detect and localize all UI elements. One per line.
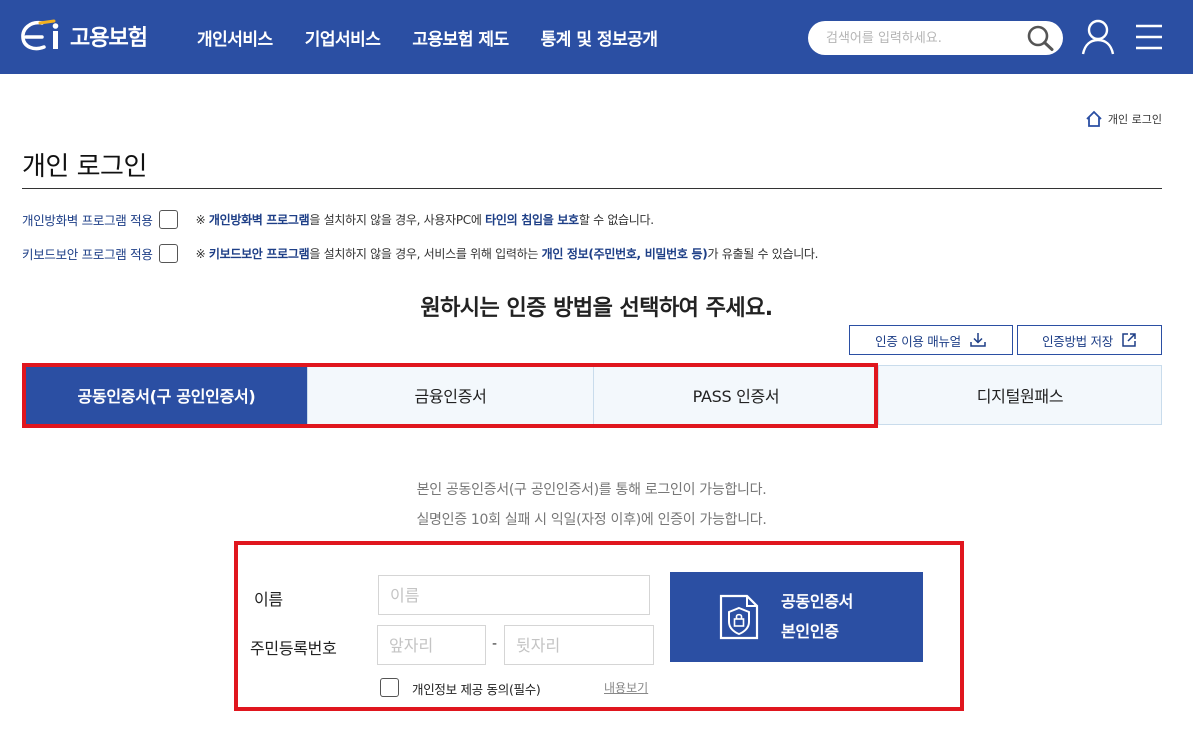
auth-manual-label: 인증 이용 매뉴얼 [875,333,961,349]
search-input[interactable] [826,27,1021,49]
rrn-separator: - [492,636,498,652]
auth-method-heading: 원하시는 인증 방법을 선택하여 주세요. [420,296,773,321]
certificate-auth-button[interactable]: 공동인증서 본인인증 [670,572,923,662]
search-icon[interactable] [1026,24,1056,52]
keyboard-security-label: 키보드보안 프로그램 적용 [22,246,153,262]
note-mark: ※ [195,212,209,227]
privacy-consent-label: 개인정보 제공 동의(필수) [412,682,541,697]
certificate-lock-icon [713,590,763,644]
rrn-back-input[interactable] [505,626,653,664]
auth-method-tabs: 공동인증서(구 공인인증서) 금융인증서 PASS 인증서 디지털원패스 [25,365,1162,425]
info-line-2: 실명인증 10회 실패 시 익일(자정 이후)에 인증이 가능합니다. [416,512,767,528]
user-icon[interactable] [1080,18,1116,56]
certificate-auth-line2: 본인인증 [781,622,839,641]
site-logo[interactable]: 고용보험 [20,16,148,56]
note-highlight: 키보드보안 프로그램 [208,246,310,261]
firewall-note: ※ 개인방화벽 프로그램을 설치하지 않을 경우, 사용자PC에 타인의 침입을… [195,211,655,228]
main-nav: 개인서비스 기업서비스 고용보험 제도 통계 및 정보공개 [197,0,690,74]
certificate-auth-text: 공동인증서 본인인증 [781,587,853,647]
note-text: 을 설치하지 않을 경우, 사용자PC에 [309,212,486,227]
nav-statistics[interactable]: 통계 및 정보공개 [541,25,658,50]
info-line-1: 본인 공동인증서(구 공인인증서)를 통해 로그인이 가능합니다. [416,482,767,498]
tab-pass-certificate[interactable]: PASS 인증서 [594,366,879,424]
breadcrumb-current: 개인 로그인 [1107,113,1162,126]
menu-icon[interactable] [1134,23,1164,51]
tab-joint-certificate[interactable]: 공동인증서(구 공인인증서) [26,366,308,424]
note-highlight: 개인방화벽 프로그램 [208,212,310,227]
name-field [378,575,650,615]
tab-digital-onepass[interactable]: 디지털원패스 [879,366,1161,424]
note-text: 을 설치하지 않을 경우, 서비스를 위해 입력하는 [309,246,542,261]
name-input[interactable] [379,576,649,614]
note-highlight: 개인 정보(주민번호, 비밀번호 등) [541,246,708,261]
privacy-consent-checkbox[interactable] [380,678,399,697]
page-title: 개인 로그인 [22,152,147,182]
breadcrumb: 개인 로그인 [1085,110,1162,128]
firewall-checkbox[interactable] [158,209,178,229]
certificate-auth-line1: 공동인증서 [781,592,854,611]
tab-financial-certificate[interactable]: 금융인증서 [308,366,594,424]
note-text: 할 수 없습니다. [578,212,654,227]
name-label: 이름 [254,590,283,609]
save-auth-method-label: 인증방법 저장 [1042,333,1113,349]
auth-manual-button[interactable]: 인증 이용 매뉴얼 [849,325,1013,355]
keyboard-security-note: ※ 키보드보안 프로그램을 설치하지 않을 경우, 서비스를 위해 입력하는 개… [196,245,819,262]
rrn-front-input[interactable] [378,626,485,664]
title-divider [22,188,1162,189]
rrn-label: 주민등록번호 [250,639,337,658]
home-icon[interactable] [1085,110,1103,128]
keyboard-security-option: 키보드보안 프로그램 적용 ※ 키보드보안 프로그램을 설치하지 않을 경우, … [22,242,818,264]
logo-icon [21,19,59,51]
note-highlight: 타인의 침입을 보호 [485,212,579,227]
rrn-back-field [504,625,654,665]
keyboard-security-checkbox[interactable] [158,243,178,263]
note-text: 가 유출될 수 있습니다. [707,246,819,261]
save-auth-method-button[interactable]: 인증방법 저장 [1017,325,1162,355]
nav-personal-service[interactable]: 개인서비스 [197,25,273,50]
logo-text: 고용보험 [70,26,148,51]
nav-insurance-system[interactable]: 고용보험 제도 [412,25,509,50]
note-mark: ※ [195,246,209,261]
view-terms-link[interactable]: 내용보기 [604,679,648,696]
rrn-front-field [377,625,486,665]
download-icon [970,333,986,347]
top-header: 고용보험 개인서비스 기업서비스 고용보험 제도 통계 및 정보공개 [0,0,1193,74]
firewall-option-label: 개인방화벽 프로그램 적용 [22,212,153,228]
external-link-icon [1122,333,1136,347]
nav-company-service[interactable]: 기업서비스 [305,25,381,50]
firewall-option: 개인방화벽 프로그램 적용 ※ 개인방화벽 프로그램을 설치하지 않을 경우, … [22,208,654,230]
search-box [808,21,1063,55]
